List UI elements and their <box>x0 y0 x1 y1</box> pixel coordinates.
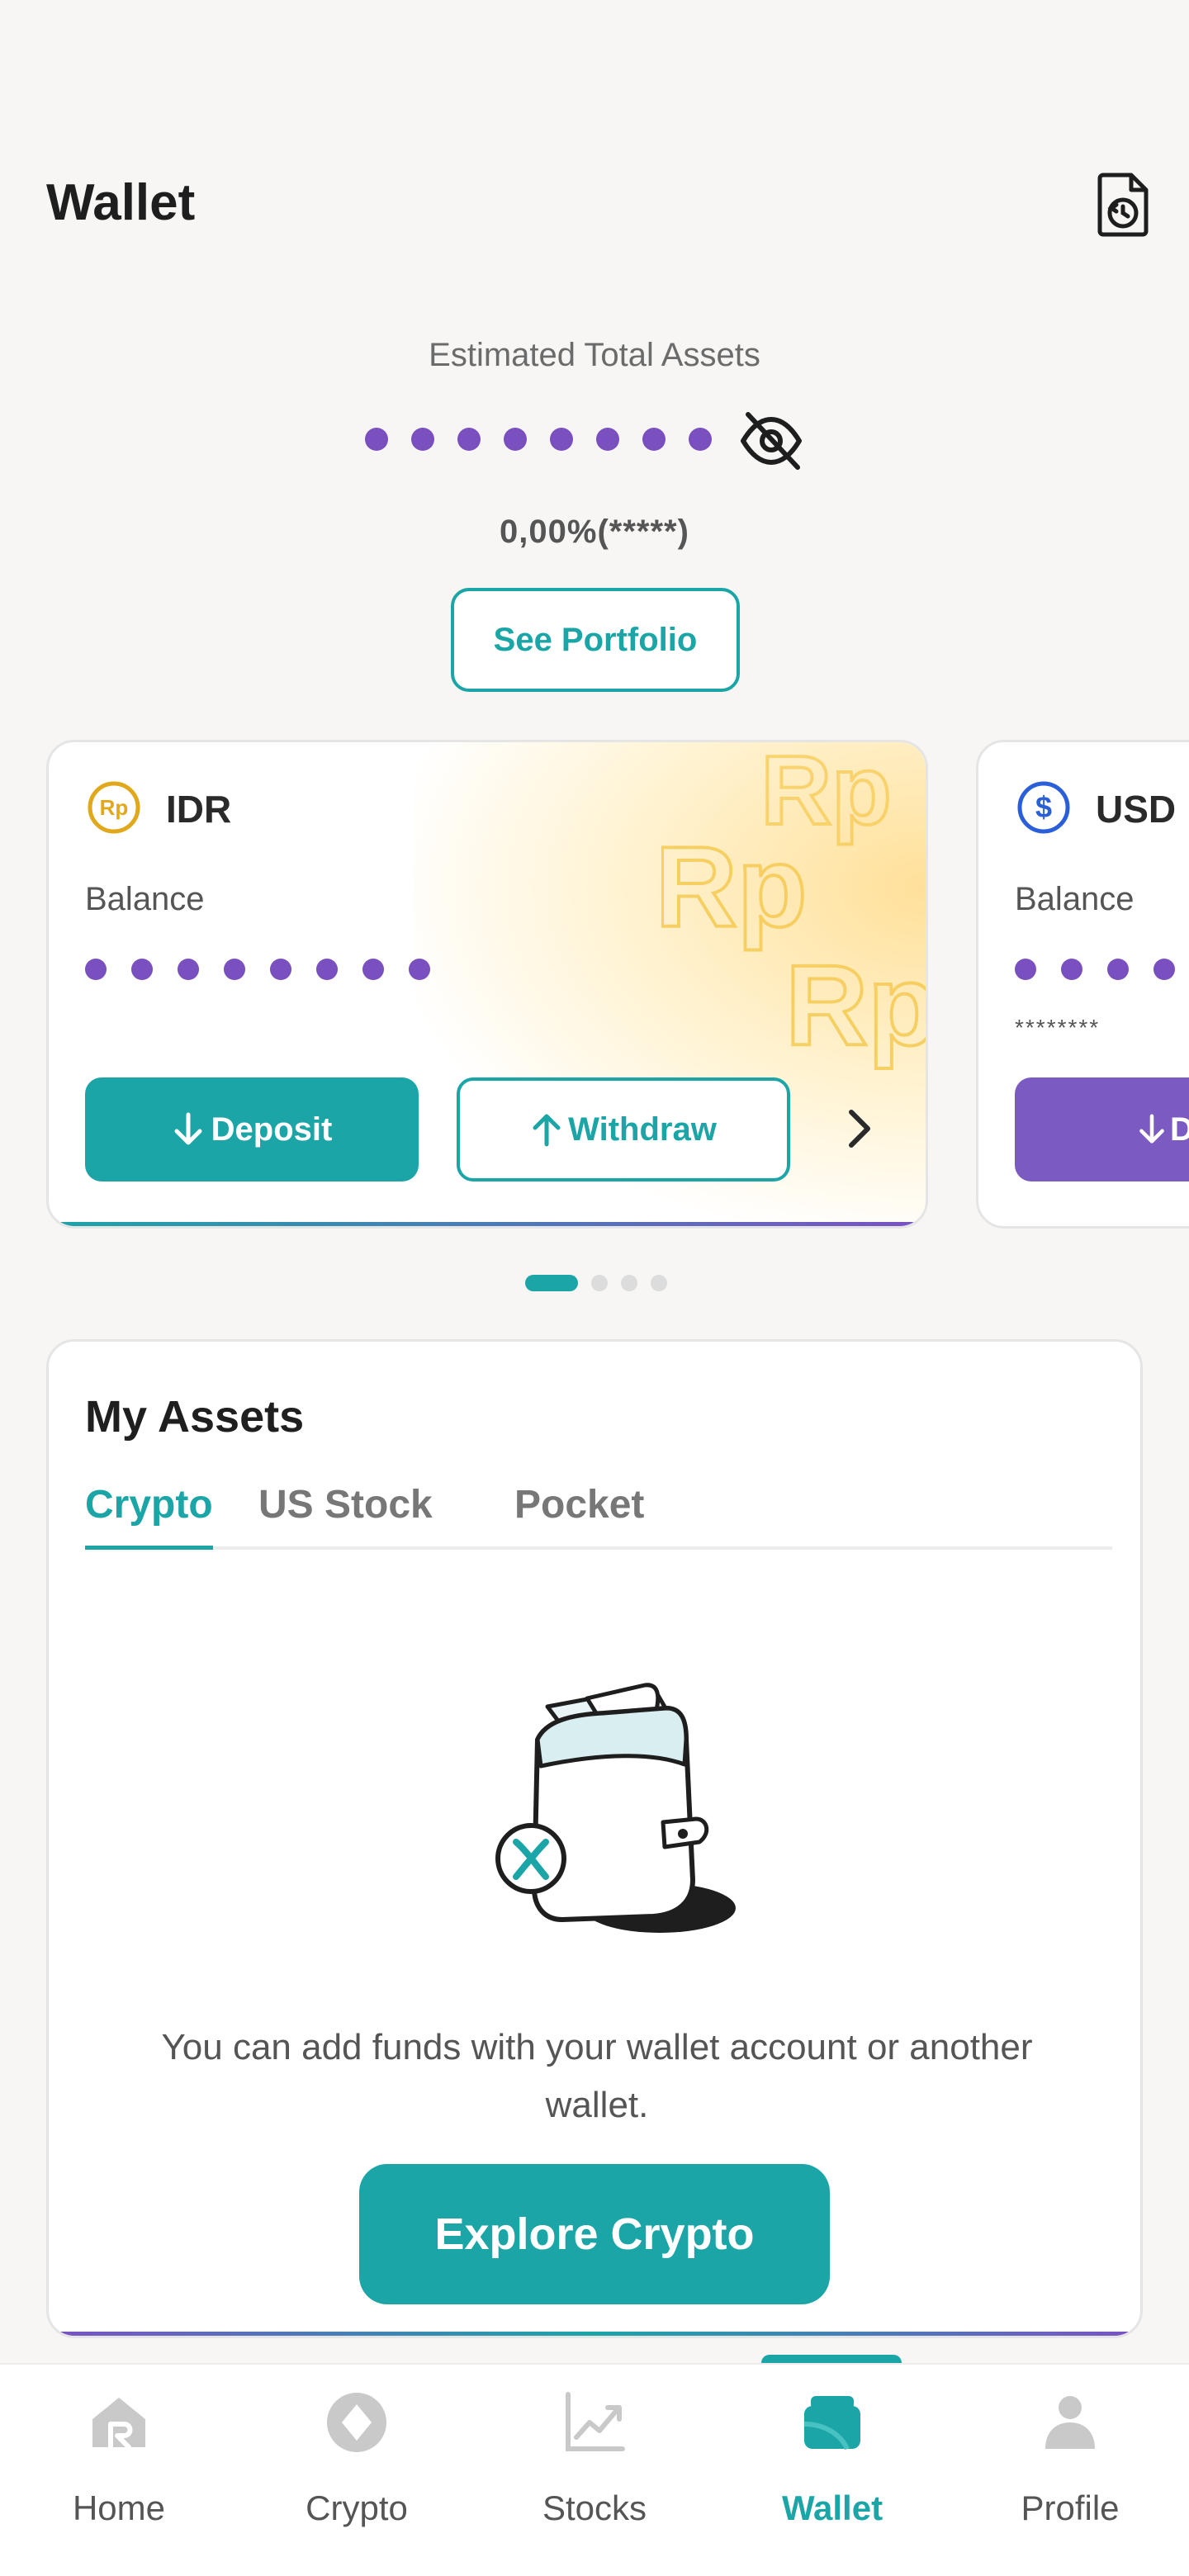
mask-dot <box>596 428 619 451</box>
nav-profile[interactable]: Profile <box>951 2365 1189 2576</box>
card-accent-line <box>49 2332 1140 2336</box>
assets-change-percent: 0,00%(*****) <box>500 514 689 550</box>
mask-dot <box>365 428 388 451</box>
wallet-card-idr[interactable]: Rp Rp Rp Rp IDR Balance Deposit Withdraw <box>46 740 928 1229</box>
mask-dot <box>316 959 338 980</box>
mask-dot <box>411 428 434 451</box>
dollar-coin-icon: $ <box>1017 781 1070 834</box>
arrow-down-icon <box>1139 1114 1164 1144</box>
home-icon <box>92 2398 145 2450</box>
wallet-icon <box>803 2396 860 2451</box>
assets-title: My Assets <box>85 1392 305 1442</box>
transaction-history-icon <box>1097 173 1149 237</box>
mask-dot <box>1061 959 1082 980</box>
mask-dot <box>178 959 199 980</box>
tab-crypto[interactable]: Crypto <box>85 1482 213 1550</box>
masked-balance <box>85 959 455 980</box>
page-title: Wallet <box>46 174 196 231</box>
empty-state-text: You can add funds with your wallet accou… <box>161 2027 1033 2125</box>
mask-dot <box>689 428 712 451</box>
mask-dot <box>1107 959 1129 980</box>
card-pager <box>525 1275 680 1291</box>
header: Wallet <box>0 157 1189 248</box>
withdraw-button[interactable]: Withdraw <box>457 1077 790 1181</box>
mask-dot <box>409 959 430 980</box>
nav-home[interactable]: Home <box>0 2365 238 2576</box>
nav-label: Profile <box>1021 2488 1120 2527</box>
mask-dot <box>457 428 481 451</box>
mask-dot <box>1015 959 1036 980</box>
wallet-card-usd[interactable]: $ USD Balance ******** D <box>976 740 1189 1229</box>
mask-dot <box>1153 959 1175 980</box>
masked-total-assets <box>365 423 735 456</box>
mask-dot <box>550 428 573 451</box>
card-accent-line <box>49 1222 926 1226</box>
explore-crypto-button[interactable]: Explore Crypto <box>359 2164 830 2304</box>
usd-deposit-label: D <box>1170 1111 1189 1148</box>
profile-icon <box>1045 2396 1095 2449</box>
see-portfolio-button[interactable]: See Portfolio <box>451 588 740 692</box>
masked-balance <box>1015 959 1189 980</box>
svg-text:Rp: Rp <box>100 795 129 820</box>
chevron-right-icon <box>849 1110 870 1148</box>
history-button[interactable] <box>1083 165 1163 244</box>
crypto-icon <box>327 2393 386 2452</box>
usd-deposit-button[interactable]: D <box>1015 1077 1189 1181</box>
arrow-down-icon <box>174 1112 202 1145</box>
bottom-navigation: Home Crypto Stocks Wallet Profile <box>0 2363 1189 2576</box>
currency-name: IDR <box>166 788 232 831</box>
mask-dot <box>224 959 245 980</box>
more-actions-button[interactable] <box>833 1102 886 1155</box>
eye-off-icon <box>741 412 802 470</box>
nav-label: Stocks <box>542 2488 647 2527</box>
balance-label: Balance <box>85 881 205 917</box>
nav-wallet[interactable]: Wallet <box>713 2365 951 2576</box>
deposit-button[interactable]: Deposit <box>85 1077 419 1181</box>
nav-label: Home <box>72 2488 166 2527</box>
mask-dot <box>504 428 527 451</box>
nav-crypto[interactable]: Crypto <box>238 2365 476 2576</box>
withdraw-label: Withdraw <box>568 1110 717 1148</box>
deposit-label: Deposit <box>211 1110 333 1148</box>
svg-text:Rp: Rp <box>785 942 926 1069</box>
estimated-assets-label: Estimated Total Assets <box>429 337 760 373</box>
my-assets-card: My Assets Crypto US Stock Pocket You can… <box>46 1339 1143 2338</box>
arrow-up-icon <box>533 1114 561 1147</box>
mask-dot <box>131 959 153 980</box>
stocks-chart-icon <box>566 2392 625 2451</box>
rupiah-coin-icon: Rp <box>88 781 140 834</box>
pager-dot[interactable] <box>651 1275 667 1291</box>
tab-us-stock[interactable]: US Stock <box>258 1482 433 1550</box>
currency-name: USD <box>1096 788 1177 831</box>
svg-text:$: $ <box>1035 790 1052 824</box>
nav-stocks[interactable]: Stocks <box>476 2365 713 2576</box>
balance-label: Balance <box>1015 881 1135 917</box>
nav-label: Crypto <box>306 2488 408 2527</box>
assets-tabs: Crypto US Stock Pocket <box>85 1482 1112 1550</box>
pager-dot[interactable] <box>621 1275 637 1291</box>
svg-text:Rp: Rp <box>661 824 807 951</box>
pager-dot-active[interactable] <box>525 1275 578 1291</box>
nav-label: Wallet <box>781 2488 883 2527</box>
empty-wallet-illustration <box>495 1683 736 1933</box>
mask-dot <box>270 959 291 980</box>
toggle-visibility-button[interactable] <box>737 410 806 472</box>
pager-dot[interactable] <box>591 1275 608 1291</box>
tab-pocket[interactable]: Pocket <box>514 1482 644 1550</box>
masked-balance-text: ******** <box>1015 1015 1101 1040</box>
mask-dot <box>642 428 666 451</box>
mask-dot <box>85 959 107 980</box>
mask-dot <box>362 959 384 980</box>
